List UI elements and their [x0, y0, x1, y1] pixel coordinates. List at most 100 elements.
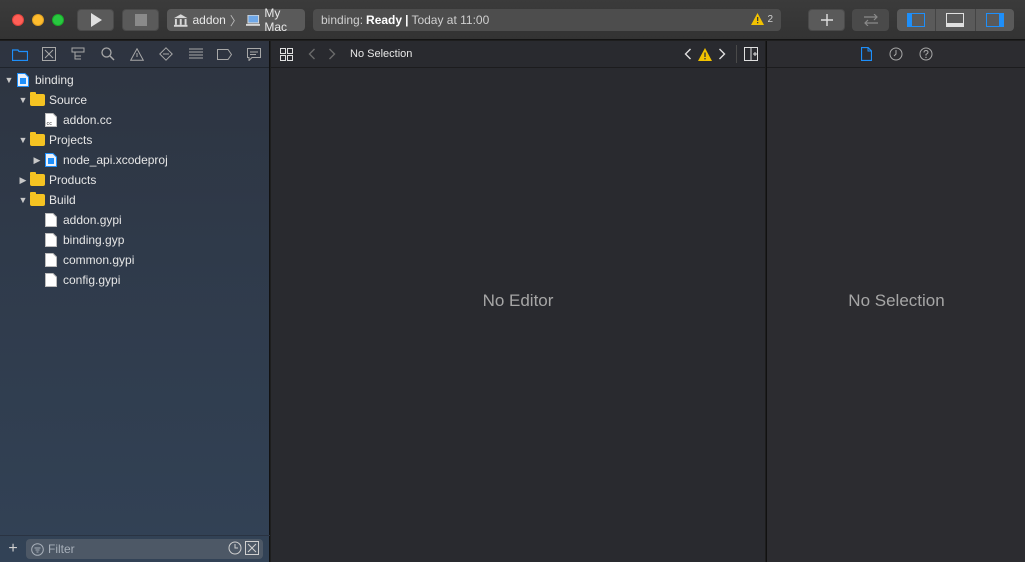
project-navigator-tab[interactable] — [5, 44, 34, 64]
toggle-inspector-button[interactable] — [976, 9, 1014, 31]
quick-help-inspector-tab[interactable] — [916, 44, 936, 64]
scheme-icon — [173, 14, 188, 27]
breakpoint-navigator-tab[interactable] — [210, 44, 239, 64]
code-review-button[interactable] — [852, 9, 889, 31]
go-back-button[interactable] — [302, 44, 322, 64]
source-control-tab[interactable] — [34, 44, 63, 64]
inspector-panel: No Selection — [766, 41, 1025, 562]
tree-item-addon-gypi[interactable]: addon.gypi — [0, 210, 269, 230]
find-navigator-tab[interactable] — [93, 44, 122, 64]
jump-bar-label[interactable]: No Selection — [350, 48, 412, 60]
split-editor-icon — [744, 47, 758, 61]
source-control-filter-icon[interactable] — [245, 541, 259, 555]
hierarchy-icon — [71, 47, 85, 60]
activity-time: Today at 11:00 — [411, 13, 490, 27]
cc-file-icon: cc — [43, 112, 59, 128]
right-panel-icon — [985, 13, 1004, 27]
close-window-button[interactable] — [12, 14, 24, 26]
tree-item-label: Build — [49, 193, 76, 207]
tree-item-projects[interactable]: ▼ Projects — [0, 130, 269, 150]
related-items-button[interactable] — [276, 44, 296, 64]
filter-icon — [31, 542, 44, 556]
file-icon — [43, 232, 59, 248]
panel-toggle-group — [897, 9, 1014, 31]
tree-item-config-gypi[interactable]: config.gypi — [0, 270, 269, 290]
warning-icon — [751, 13, 765, 25]
zoom-window-button[interactable] — [52, 14, 64, 26]
tree-item-addon-cc[interactable]: cc addon.cc — [0, 110, 269, 130]
source-control-icon — [41, 47, 56, 61]
tree-item-products[interactable]: ▶ Products — [0, 170, 269, 190]
tree-item-source[interactable]: ▼ Source — [0, 90, 269, 110]
tree-item-label: node_api.xcodeproj — [63, 153, 168, 167]
project-file-icon — [43, 152, 59, 168]
history-inspector-tab[interactable] — [886, 44, 906, 64]
warning-count: 2 — [767, 13, 773, 25]
recent-files-icon[interactable] — [228, 541, 242, 555]
go-forward-button[interactable] — [322, 44, 342, 64]
scheme-destination: My Mac — [264, 6, 288, 34]
chevron-right-icon — [329, 48, 336, 60]
help-icon — [919, 47, 933, 61]
navigator-panel: ▼ binding ▼ Source cc addon.cc ▼ Project… — [0, 41, 270, 562]
folder-icon — [29, 132, 45, 148]
warning-icon[interactable] — [698, 47, 712, 61]
folder-icon — [29, 92, 45, 108]
debug-navigator-tab[interactable] — [181, 44, 210, 64]
stop-button[interactable] — [122, 9, 159, 31]
grid-icon — [279, 47, 293, 61]
filter-input[interactable]: Filter — [26, 539, 263, 559]
tree-item-binding[interactable]: ▼ binding — [0, 70, 269, 90]
add-file-button[interactable]: + — [0, 540, 26, 558]
filter-placeholder: Filter — [48, 542, 75, 556]
left-panel-icon — [907, 13, 926, 27]
toggle-navigator-button[interactable] — [897, 9, 937, 31]
issue-navigator-tab[interactable] — [122, 44, 151, 64]
library-button[interactable] — [808, 9, 845, 31]
warning-indicator[interactable]: 2 — [751, 13, 773, 25]
disclosure-open-icon[interactable]: ▼ — [17, 195, 29, 205]
disclosure-closed-icon[interactable]: ▶ — [31, 155, 43, 166]
previous-issue-button[interactable] — [678, 44, 698, 64]
file-inspector-tab[interactable] — [856, 44, 876, 64]
folder-icon — [11, 48, 28, 61]
report-navigator-tab[interactable] — [240, 44, 269, 64]
activity-status: Ready — [366, 13, 403, 27]
diamond-icon — [159, 47, 174, 61]
mac-icon — [245, 14, 261, 26]
symbol-navigator-tab[interactable] — [64, 44, 93, 64]
minimize-window-button[interactable] — [32, 14, 44, 26]
project-file-icon — [15, 72, 31, 88]
plus-icon — [820, 14, 833, 26]
swap-arrows-icon — [863, 14, 878, 26]
chevron-right-icon — [719, 48, 726, 60]
chevron-left-icon — [308, 48, 315, 60]
file-icon — [43, 272, 59, 288]
activity-prefix: binding: — [321, 13, 364, 27]
toggle-debug-area-button[interactable] — [936, 9, 976, 31]
test-navigator-tab[interactable] — [152, 44, 181, 64]
file-icon — [43, 252, 59, 268]
add-editor-button[interactable] — [741, 44, 761, 64]
tree-item-label: common.gypi — [63, 253, 135, 267]
tree-item-label: Source — [49, 93, 88, 107]
scheme-selector[interactable]: addon 〉 My Mac — [167, 6, 305, 34]
search-icon — [100, 47, 115, 61]
activity-separator: | — [405, 13, 409, 27]
next-issue-button[interactable] — [712, 44, 732, 64]
run-button[interactable] — [77, 9, 114, 31]
disclosure-open-icon[interactable]: ▼ — [3, 75, 15, 85]
tree-item-label: Projects — [49, 133, 93, 147]
tree-item-node-api-xcodeproj[interactable]: ▶ node_api.xcodeproj — [0, 150, 269, 170]
tree-item-binding-gyp[interactable]: binding.gyp — [0, 230, 269, 250]
disclosure-closed-icon[interactable]: ▶ — [17, 175, 29, 186]
tree-item-build[interactable]: ▼ Build — [0, 190, 269, 210]
tree-item-label: config.gypi — [63, 273, 121, 287]
chevron-left-icon — [684, 48, 691, 60]
toolbar: addon 〉 My Mac binding: Ready | Today at… — [0, 0, 1025, 40]
disclosure-open-icon[interactable]: ▼ — [17, 95, 29, 105]
tree-item-common-gypi[interactable]: common.gypi — [0, 250, 269, 270]
divider — [736, 45, 737, 63]
disclosure-open-icon[interactable]: ▼ — [17, 135, 29, 145]
clock-icon — [889, 47, 903, 61]
